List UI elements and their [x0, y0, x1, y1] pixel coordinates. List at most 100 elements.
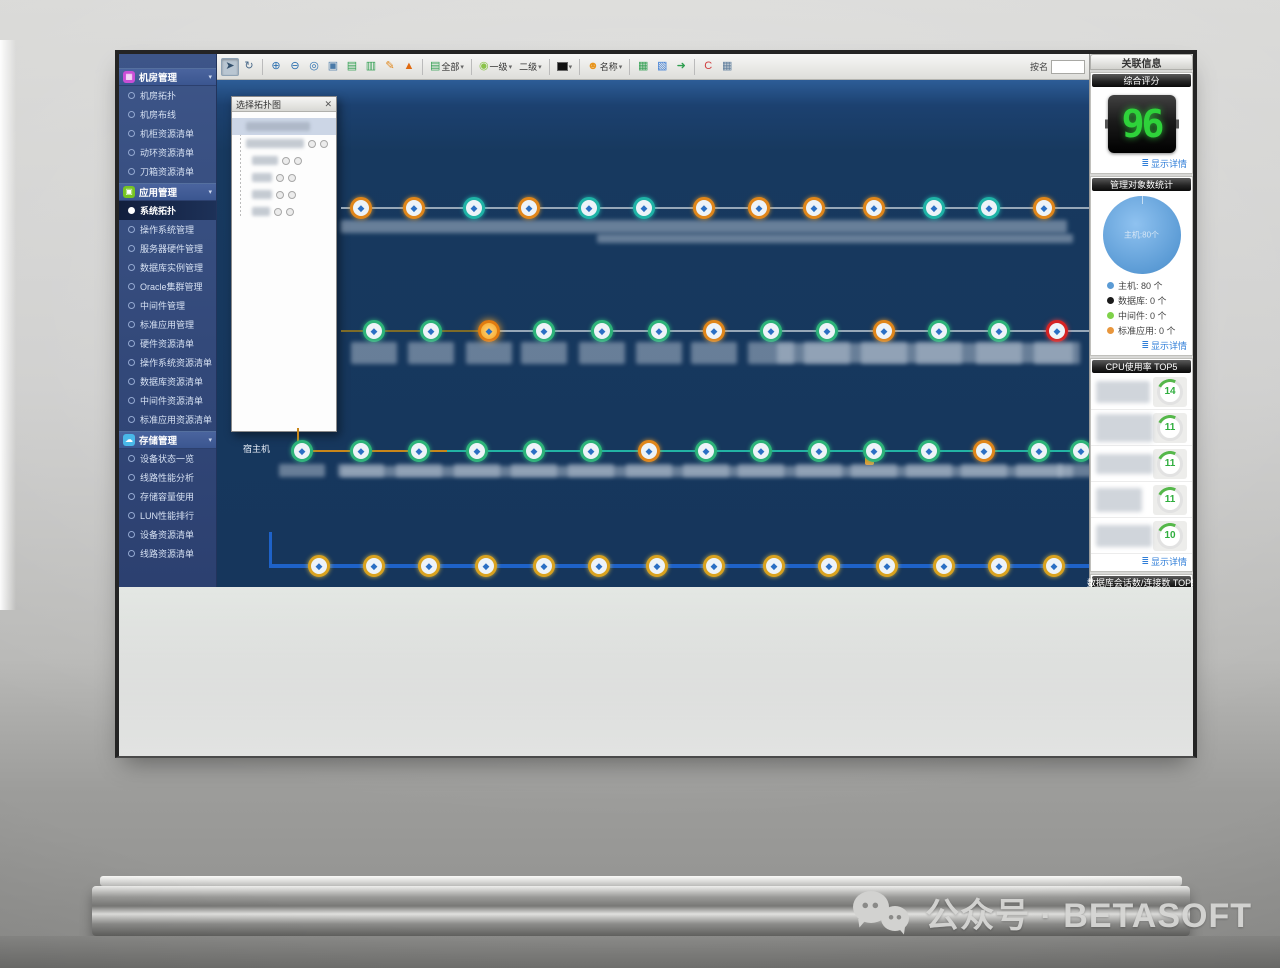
topology-node[interactable]: [523, 440, 545, 462]
level-two-button[interactable]: 二级: [516, 58, 545, 76]
select-tool-button[interactable]: ➤: [221, 58, 239, 76]
sidebar-item[interactable]: 线路性能分析: [119, 468, 216, 487]
save-image-button[interactable]: ▦: [634, 58, 652, 76]
topology-node[interactable]: [693, 197, 715, 219]
sidebar-group-header[interactable]: ▣应用管理: [119, 183, 216, 201]
share-button[interactable]: ➜: [672, 58, 690, 76]
sidebar-item[interactable]: 存储容量使用: [119, 487, 216, 506]
topology-node[interactable]: [403, 197, 425, 219]
tree-item-selected[interactable]: [232, 118, 336, 135]
topology-node[interactable]: [463, 197, 485, 219]
tree-item[interactable]: [232, 169, 336, 186]
topology-node[interactable]: [1046, 320, 1068, 342]
sidebar-item[interactable]: 动环资源清单: [119, 143, 216, 162]
export-button[interactable]: ▧: [653, 58, 671, 76]
close-icon[interactable]: [324, 100, 332, 109]
refresh-button[interactable]: ↻: [240, 58, 258, 76]
level-one-button[interactable]: ◉一级: [476, 58, 515, 76]
layers-button[interactable]: ▥: [362, 58, 380, 76]
topology-node[interactable]: [533, 555, 555, 577]
scope-filter-button[interactable]: ▤全部: [427, 58, 467, 76]
grid-view-button[interactable]: ▦: [718, 58, 736, 76]
sidebar-item[interactable]: 设备状态一览: [119, 449, 216, 468]
topology-node[interactable]: [363, 555, 385, 577]
topology-node[interactable]: [808, 440, 830, 462]
topology-node[interactable]: [420, 320, 442, 342]
show-details-link[interactable]: 显示详情: [1091, 554, 1192, 571]
topology-node[interactable]: [918, 440, 940, 462]
topology-node[interactable]: [308, 555, 330, 577]
topology-node[interactable]: [928, 320, 950, 342]
sidebar-item[interactable]: 机房拓扑: [119, 86, 216, 105]
topology-node[interactable]: [973, 440, 995, 462]
topology-node[interactable]: [533, 320, 555, 342]
tree-item[interactable]: [232, 186, 336, 203]
topology-node[interactable]: [988, 320, 1010, 342]
topology-node[interactable]: [1043, 555, 1065, 577]
topology-node[interactable]: [763, 555, 785, 577]
zoom-actual-button[interactable]: ◎: [305, 58, 323, 76]
topology-node[interactable]: [591, 320, 613, 342]
sidebar-item[interactable]: LUN性能排行: [119, 506, 216, 525]
show-details-link[interactable]: 显示详情: [1091, 156, 1192, 173]
topology-node[interactable]: [863, 197, 885, 219]
topology-node[interactable]: [350, 440, 372, 462]
topology-node[interactable]: [475, 555, 497, 577]
zoom-out-button[interactable]: ⊖: [286, 58, 304, 76]
topology-node[interactable]: [750, 440, 772, 462]
topology-node[interactable]: [760, 320, 782, 342]
sidebar-item-selected[interactable]: 系统拓扑: [119, 201, 216, 220]
toolbar-search-input[interactable]: [1051, 60, 1085, 74]
sidebar-item[interactable]: 硬件资源清单: [119, 334, 216, 353]
show-details-link[interactable]: 显示详情: [1091, 338, 1192, 355]
topology-node[interactable]: [863, 440, 885, 462]
topology-node[interactable]: [408, 440, 430, 462]
topology-node[interactable]: [638, 440, 660, 462]
legend-toggle-button[interactable]: C: [699, 58, 717, 76]
topology-node[interactable]: [646, 555, 668, 577]
sidebar-item[interactable]: 机房布线: [119, 105, 216, 124]
sidebar-item[interactable]: 设备资源清单: [119, 525, 216, 544]
topology-node[interactable]: [580, 440, 602, 462]
topology-node[interactable]: [518, 197, 540, 219]
topology-node[interactable]: [1070, 440, 1089, 462]
topology-node[interactable]: [803, 197, 825, 219]
sidebar-group-header[interactable]: ▦机房管理: [119, 68, 216, 86]
sidebar-item[interactable]: 标准应用资源清单: [119, 410, 216, 429]
tree-item[interactable]: [232, 152, 336, 169]
topology-node[interactable]: [363, 320, 385, 342]
sidebar-item[interactable]: 线路资源清单: [119, 544, 216, 563]
edit-button[interactable]: ✎: [381, 58, 399, 76]
topology-node[interactable]: [478, 320, 500, 342]
topology-node[interactable]: [816, 320, 838, 342]
tree-item[interactable]: [232, 135, 336, 152]
topology-node[interactable]: [933, 555, 955, 577]
topology-canvas[interactable]: 宿主机 选择拓扑图: [217, 80, 1089, 587]
topology-node[interactable]: [703, 320, 725, 342]
tree-item[interactable]: [232, 203, 336, 220]
topology-node[interactable]: [578, 197, 600, 219]
overview-button[interactable]: ▤: [343, 58, 361, 76]
sidebar-item[interactable]: 数据库实例管理: [119, 258, 216, 277]
sort-by-name-button[interactable]: ☻名称: [584, 58, 625, 76]
topology-node[interactable]: [633, 197, 655, 219]
topology-node[interactable]: [988, 555, 1010, 577]
topology-node[interactable]: [818, 555, 840, 577]
sidebar-item[interactable]: 机柜资源清单: [119, 124, 216, 143]
topology-node[interactable]: [1033, 197, 1055, 219]
sidebar-item[interactable]: 操作系统管理: [119, 220, 216, 239]
sidebar-group-header[interactable]: ☁存储管理: [119, 431, 216, 449]
fit-view-button[interactable]: ▣: [324, 58, 342, 76]
topology-node[interactable]: [703, 555, 725, 577]
sidebar-item[interactable]: 标准应用管理: [119, 315, 216, 334]
topology-node[interactable]: [695, 440, 717, 462]
topology-node[interactable]: [418, 555, 440, 577]
topology-node[interactable]: [876, 555, 898, 577]
topology-node[interactable]: [978, 197, 1000, 219]
topology-node[interactable]: [748, 197, 770, 219]
line-style-button[interactable]: [554, 58, 576, 76]
sidebar-item[interactable]: 中间件资源清单: [119, 391, 216, 410]
sidebar-item[interactable]: 刀箱资源清单: [119, 162, 216, 181]
topology-node[interactable]: [350, 197, 372, 219]
sidebar-item[interactable]: Oracle集群管理: [119, 277, 216, 296]
